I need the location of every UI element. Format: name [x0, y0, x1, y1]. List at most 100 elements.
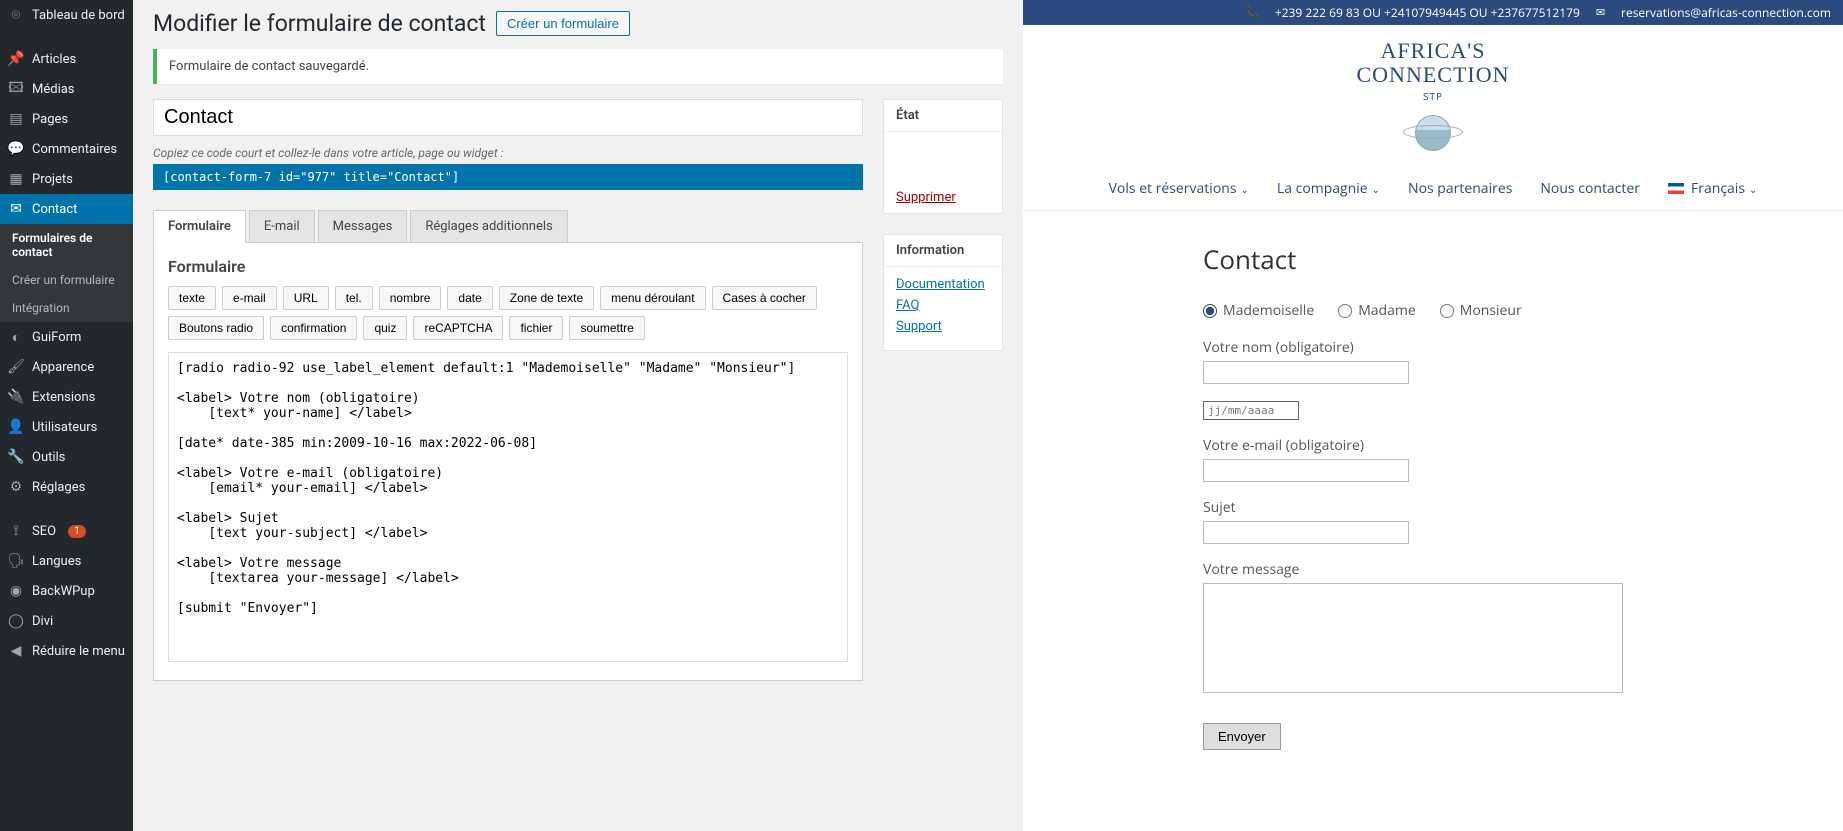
envelope-icon: ✉ — [1596, 5, 1605, 20]
tag-checkbox[interactable]: Cases à cocher — [712, 286, 817, 310]
phone-icon: 📞 — [1245, 5, 1259, 20]
radio-mademoiselle[interactable]: Mademoiselle — [1203, 301, 1314, 320]
tag-recaptcha[interactable]: reCAPTCHA — [413, 316, 503, 340]
form-tabs: Formulaire E-mail Messages Réglages addi… — [153, 210, 863, 243]
tag-radio[interactable]: Boutons radio — [168, 316, 264, 340]
tag-email[interactable]: e-mail — [222, 286, 277, 310]
radio-monsieur[interactable]: Monsieur — [1440, 301, 1522, 320]
support-link[interactable]: Support — [896, 319, 990, 334]
sidebar-sub-integration[interactable]: Intégration — [0, 294, 133, 322]
sidebar-item-pages[interactable]: ▤Pages — [0, 104, 133, 134]
shortcode-display[interactable]: [contact-form-7 id="977" title="Contact"… — [153, 164, 863, 190]
sidebar-item-users[interactable]: 👤Utilisateurs — [0, 412, 133, 442]
flag-fr-icon — [1668, 183, 1684, 194]
sidebar-item-comments[interactable]: 💬Commentaires — [0, 134, 133, 164]
tag-file[interactable]: fichier — [509, 316, 563, 340]
front-topbar: 📞 +239 222 69 83 OU +24107949445 OU +237… — [1023, 0, 1843, 25]
tab-email[interactable]: E-mail — [249, 210, 315, 243]
guiform-icon: ◐ — [8, 329, 24, 345]
media-icon: 🖾 — [8, 81, 24, 97]
tab-formulaire[interactable]: Formulaire — [153, 210, 246, 243]
sidebar-item-projects[interactable]: ▦Projets — [0, 164, 133, 194]
pin-icon: 📌 — [8, 51, 24, 67]
tag-quiz[interactable]: quiz — [363, 316, 407, 340]
name-input[interactable] — [1203, 361, 1409, 384]
tag-submit[interactable]: soumettre — [569, 316, 644, 340]
email-input[interactable] — [1203, 459, 1409, 482]
label-subject: Sujet — [1203, 498, 1623, 517]
sliders-icon: ⚙ — [8, 479, 24, 495]
sidebar-item-articles[interactable]: 📌Articles — [0, 44, 133, 74]
sidebar-item-backwpup[interactable]: ◉BackWPup — [0, 576, 133, 606]
wp-admin-sidebar: ⌾Tableau de bord 📌Articles 🖾Médias ▤Page… — [0, 0, 133, 831]
tag-textarea[interactable]: Zone de texte — [499, 286, 594, 310]
nav-language[interactable]: Français⌄ — [1668, 179, 1757, 198]
chevron-down-icon: ⌄ — [1372, 182, 1380, 196]
submit-button[interactable]: Envoyer — [1203, 723, 1281, 750]
doc-link[interactable]: Documentation — [896, 277, 990, 292]
tag-url[interactable]: URL — [283, 286, 329, 310]
nav-flights[interactable]: Vols et réservations⌄ — [1109, 179, 1249, 198]
chevron-down-icon: ⌄ — [1241, 182, 1249, 196]
tag-confirm[interactable]: confirmation — [270, 316, 357, 340]
frontend-preview: 📞 +239 222 69 83 OU +24107949445 OU +237… — [1023, 0, 1843, 831]
sidebar-item-languages[interactable]: 🗣Langues — [0, 546, 133, 576]
form-panel-title: Formulaire — [168, 257, 848, 276]
tab-messages[interactable]: Messages — [318, 210, 408, 243]
create-form-button[interactable]: Créer un formulaire — [496, 11, 630, 36]
sidebar-item-collapse[interactable]: ◀Réduire le menu — [0, 636, 133, 666]
faq-link[interactable]: FAQ — [896, 298, 990, 313]
tag-texte[interactable]: texte — [168, 286, 216, 310]
logo-line2: CONNECTION — [1023, 63, 1843, 87]
front-email[interactable]: reservations@africas-connection.com — [1621, 4, 1831, 21]
comment-icon: 💬 — [8, 141, 24, 157]
sidebar-item-media[interactable]: 🖾Médias — [0, 74, 133, 104]
tag-tel[interactable]: tel. — [335, 286, 373, 310]
sidebar-item-appearance[interactable]: 🖌Apparence — [0, 352, 133, 382]
front-page-title: Contact — [1203, 241, 1623, 277]
mail-icon: ✉ — [8, 201, 24, 217]
message-textarea[interactable] — [1203, 583, 1623, 693]
sidebar-item-divi[interactable]: ◯Divi — [0, 606, 133, 636]
form-code-textarea[interactable] — [168, 352, 848, 662]
nav-company[interactable]: La compagnie⌄ — [1277, 179, 1380, 198]
seo-icon: ⟟ — [8, 523, 24, 539]
sidebar-item-plugins[interactable]: 🔌Extensions — [0, 382, 133, 412]
sidebar-item-settings[interactable]: ⚙Réglages — [0, 472, 133, 502]
sidebar-item-tools[interactable]: 🔧Outils — [0, 442, 133, 472]
sidebar-item-seo[interactable]: ⟟SEO1 — [0, 516, 133, 546]
status-box-title: État — [884, 100, 1002, 132]
wrench-icon: 🔧 — [8, 449, 24, 465]
radio-mademoiselle-input[interactable] — [1203, 304, 1217, 318]
info-box-title: Information — [884, 235, 1002, 267]
date-input[interactable] — [1203, 401, 1299, 420]
info-box: Information Documentation FAQ Support — [883, 234, 1003, 351]
tab-additional[interactable]: Réglages additionnels — [410, 210, 567, 243]
front-header: AFRICA'S CONNECTION STP — [1023, 25, 1843, 167]
nav-contact[interactable]: Nous contacter — [1540, 179, 1640, 198]
tag-dropdown[interactable]: menu déroulant — [600, 286, 705, 310]
globe-icon — [1409, 109, 1457, 157]
tag-number[interactable]: nombre — [379, 286, 442, 310]
radio-madame-input[interactable] — [1338, 304, 1352, 318]
plugin-icon: 🔌 — [8, 389, 24, 405]
label-email: Votre e-mail (obligatoire) — [1203, 436, 1623, 455]
radio-monsieur-input[interactable] — [1440, 304, 1454, 318]
sidebar-item-guiform[interactable]: ◐GuiForm — [0, 322, 133, 352]
label-message: Votre message — [1203, 560, 1623, 579]
sidebar-item-contact[interactable]: ✉Contact — [0, 194, 133, 224]
radio-group-title: Mademoiselle Madame Monsieur — [1203, 301, 1623, 320]
form-title-input[interactable] — [153, 99, 863, 136]
logo-line1: AFRICA'S — [1023, 39, 1843, 63]
radio-madame[interactable]: Madame — [1338, 301, 1416, 320]
backup-icon: ◉ — [8, 583, 24, 599]
nav-partners[interactable]: Nos partenaires — [1408, 179, 1512, 198]
divi-icon: ◯ — [8, 613, 24, 629]
sidebar-sub-forms[interactable]: Formulaires de contact — [0, 224, 133, 266]
subject-input[interactable] — [1203, 521, 1409, 544]
delete-link[interactable]: Supprimer — [884, 182, 1002, 213]
tag-date[interactable]: date — [447, 286, 492, 310]
sidebar-item-dashboard[interactable]: ⌾Tableau de bord — [0, 0, 133, 30]
brush-icon: 🖌 — [8, 359, 24, 375]
sidebar-sub-create[interactable]: Créer un formulaire — [0, 266, 133, 294]
